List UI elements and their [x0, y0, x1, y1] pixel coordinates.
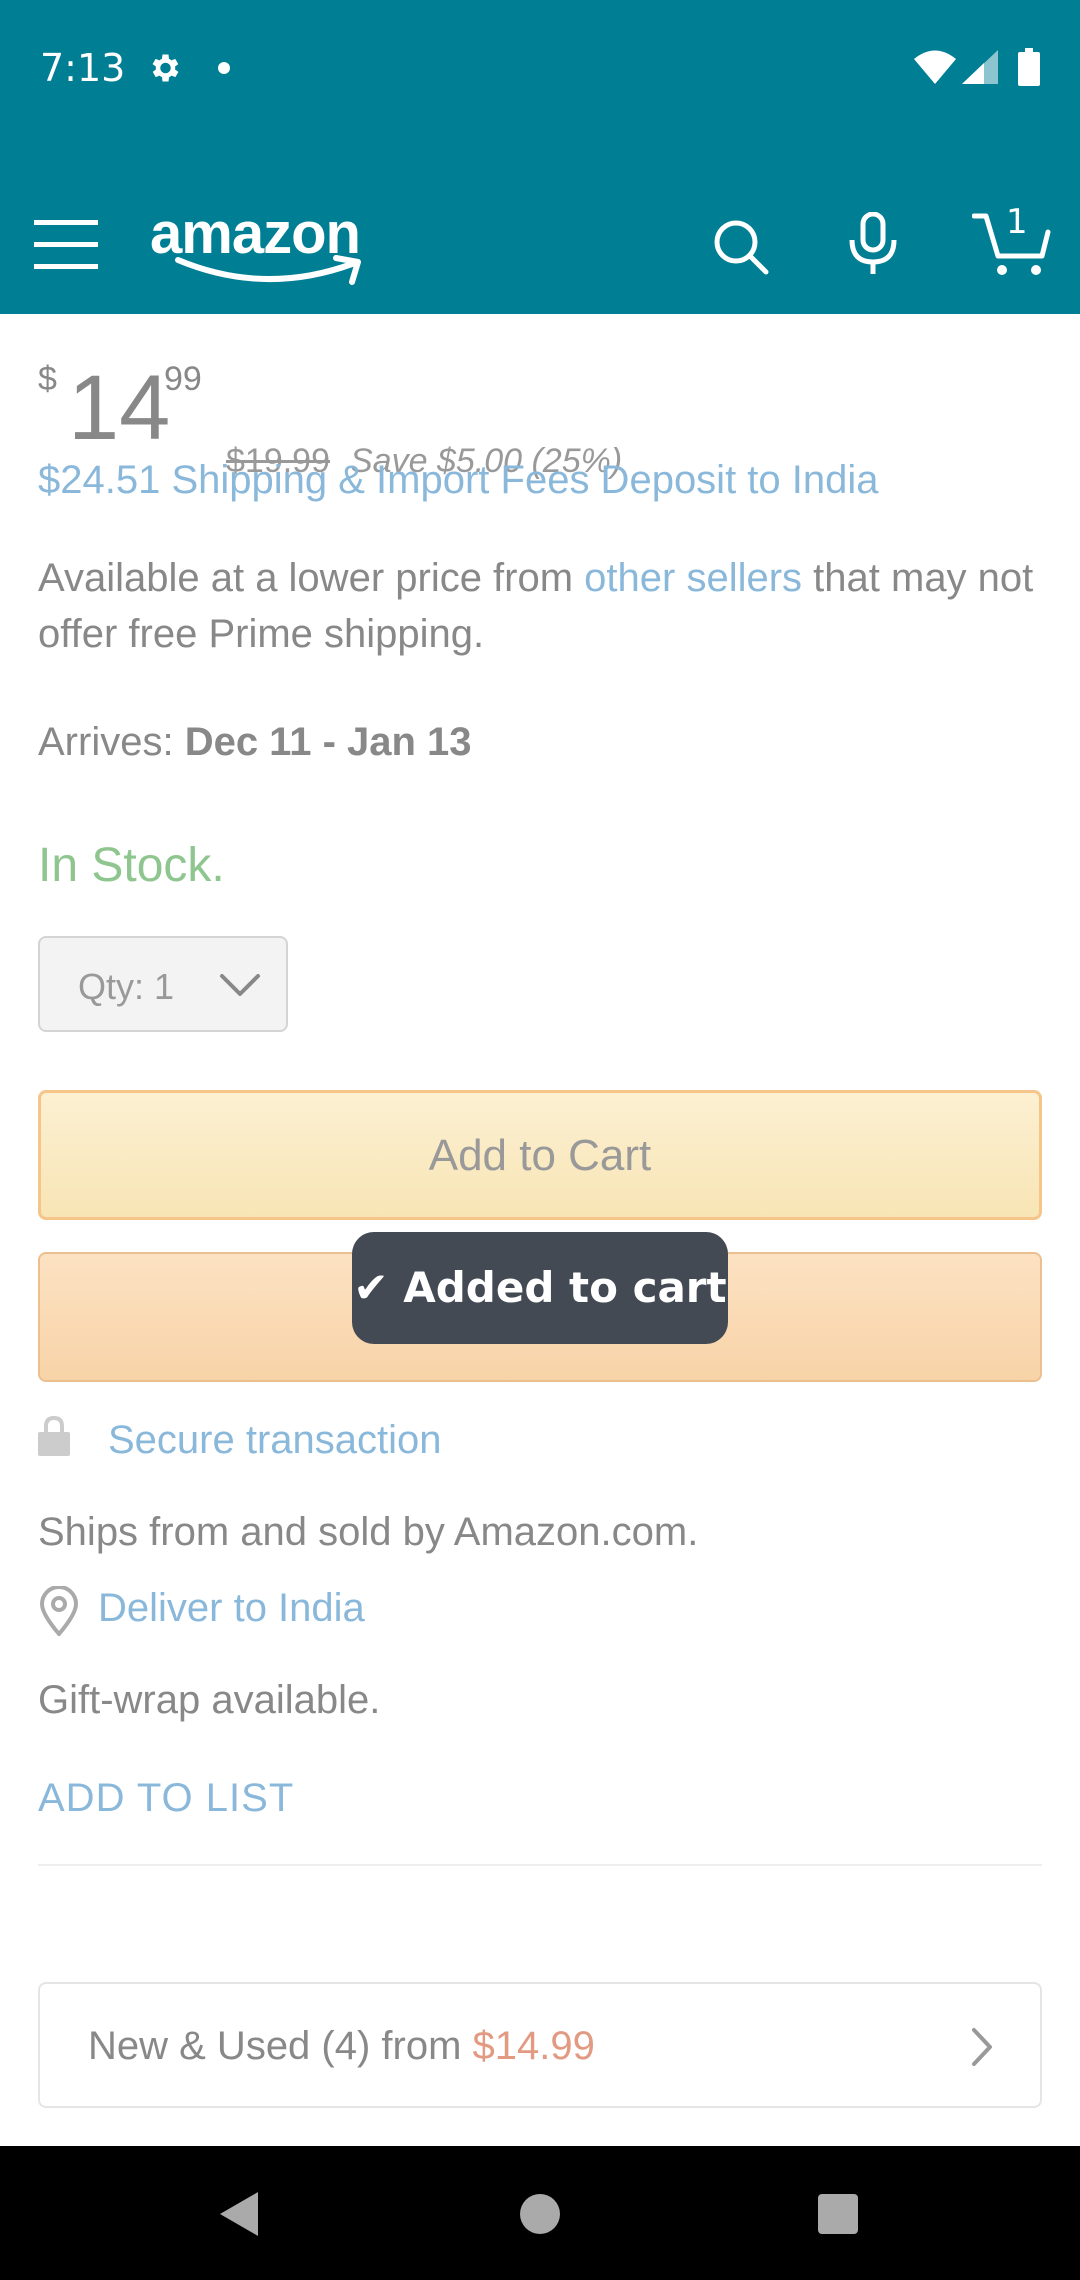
add-to-cart-button[interactable]: Add to Cart [38, 1090, 1042, 1220]
quantity-dropdown[interactable]: Qty: 1 [38, 936, 288, 1032]
arrives-dates: Dec 11 - Jan 13 [184, 720, 472, 764]
recents-icon[interactable] [818, 2194, 858, 2234]
availability-prefix: Available at a lower price from [38, 556, 585, 600]
arrives-label: Arrives: [38, 720, 185, 764]
settings-gear-icon [152, 54, 179, 82]
stock-status: In Stock. [38, 839, 225, 892]
battery-icon [1018, 48, 1040, 86]
product-buy-box: $ 14 99 $19.99 Save $5.00 (25%) $24.51 S… [0, 314, 1080, 2146]
new-used-price: $14.99 [472, 2024, 595, 2068]
added-to-cart-toast: ✔ Added to cart [352, 1232, 728, 1344]
cart-count-badge: 1 [1006, 202, 1028, 242]
lock-icon [38, 1416, 70, 1456]
new-used-text: New & Used (4) from [88, 2024, 473, 2068]
deliver-to-link[interactable]: Deliver to India [98, 1586, 365, 1631]
add-to-cart-label: Add to Cart [428, 1131, 652, 1180]
status-bar: 7:13 [0, 0, 1080, 132]
wifi-icon [914, 50, 956, 84]
add-to-list-button[interactable]: ADD TO LIST [38, 1776, 294, 1821]
quantity-label: Qty: 1 [78, 966, 175, 1007]
ships-from-text: Ships from and sold by Amazon.com. [38, 1510, 699, 1554]
price-whole: 14 [68, 357, 171, 459]
logo-smile-icon [175, 255, 361, 285]
section-divider [38, 1864, 1042, 1866]
hamburger-menu-icon[interactable] [32, 214, 100, 274]
secure-transaction-link[interactable]: Secure transaction [108, 1418, 442, 1463]
home-icon[interactable] [520, 2194, 560, 2234]
new-used-offers-row[interactable]: New & Used (4) from $14.99 [38, 1982, 1042, 2108]
app-header: amazon 1 [0, 132, 1080, 314]
shipping-fees-link[interactable]: $24.51 Shipping & Import Fees Deposit to… [38, 458, 879, 503]
amazon-logo[interactable]: amazon [150, 200, 390, 288]
new-used-label: New & Used (4) from $14.99 [88, 2024, 595, 2069]
system-nav-bar [0, 2146, 1080, 2280]
other-sellers-link[interactable]: other sellers [584, 556, 802, 600]
arrival-info: Arrives: Dec 11 - Jan 13 [38, 720, 472, 765]
notification-dot-icon [218, 62, 230, 74]
cell-signal-icon [962, 50, 998, 84]
chevron-right-icon [972, 2028, 992, 2066]
microphone-icon[interactable] [846, 212, 900, 276]
chevron-down-icon [220, 974, 260, 996]
status-time: 7:13 [40, 46, 126, 90]
price-fraction: 99 [164, 360, 202, 398]
search-icon[interactable] [712, 218, 770, 276]
price-block: $ 14 99 $19.99 Save $5.00 (25%) [38, 360, 1038, 480]
location-pin-icon [39, 1586, 79, 1636]
gift-wrap-text: Gift-wrap available. [38, 1678, 381, 1722]
price-currency: $ [38, 360, 57, 398]
availability-text: Available at a lower price from other se… [38, 550, 1048, 662]
back-icon[interactable] [218, 2190, 260, 2238]
